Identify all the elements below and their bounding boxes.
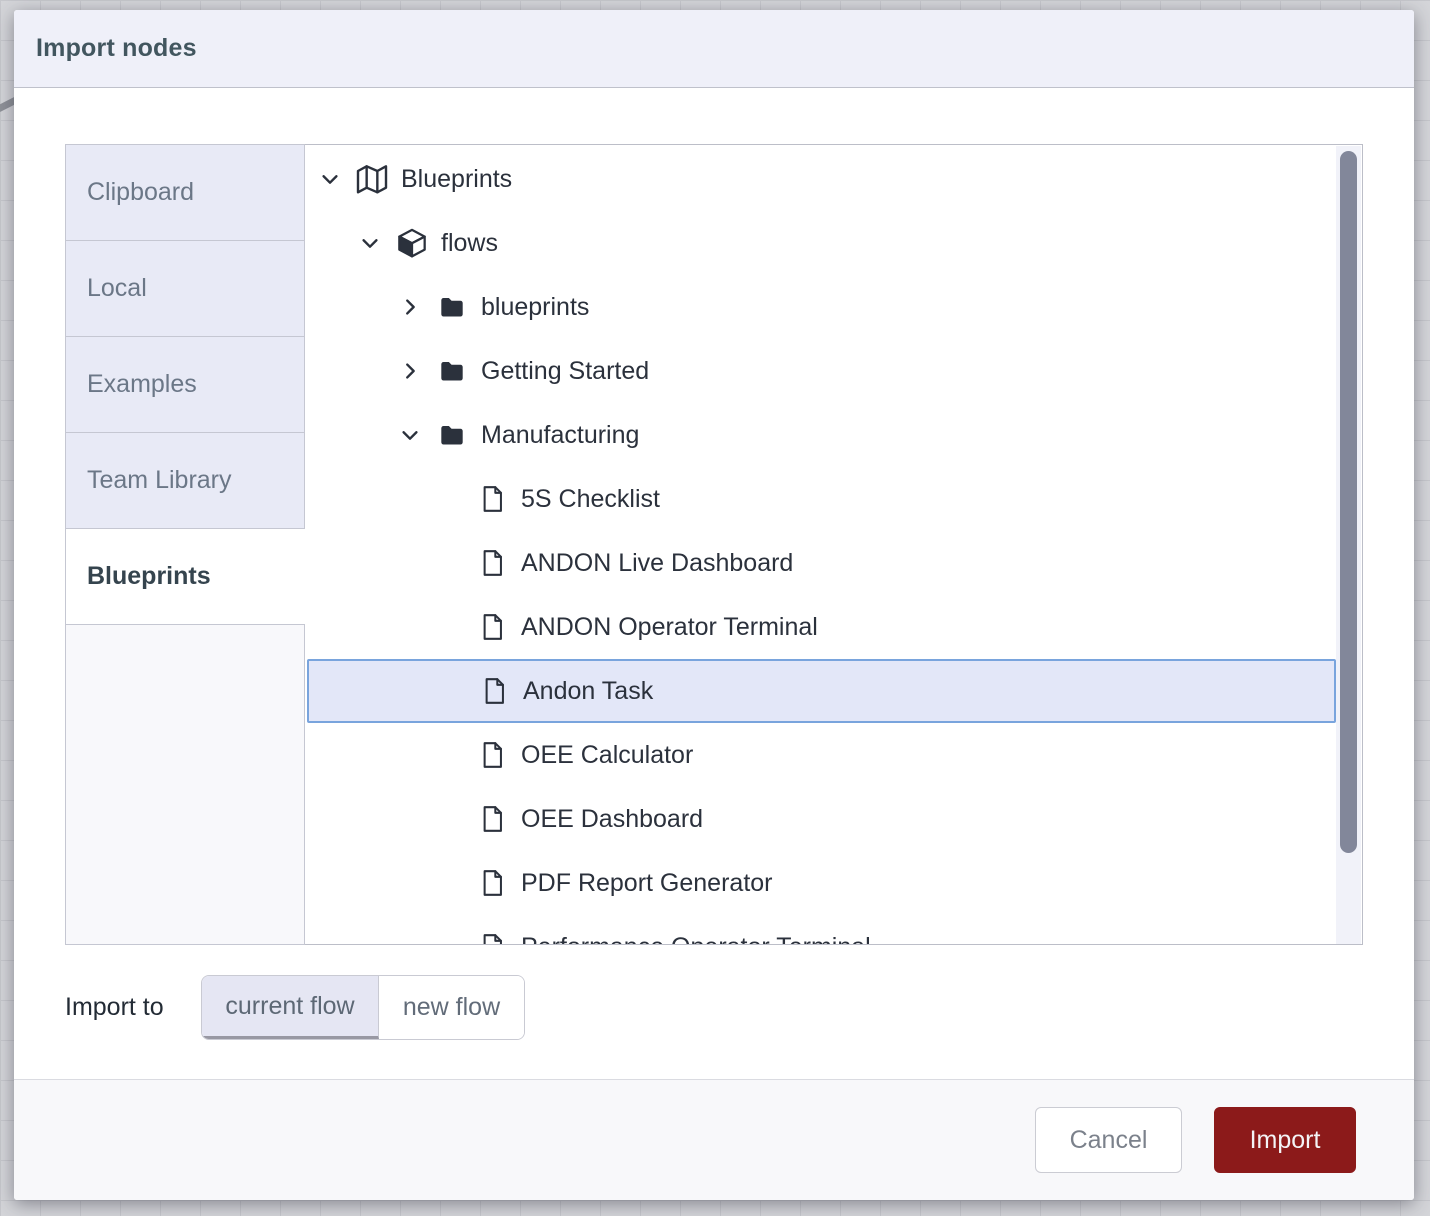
tab-clipboard[interactable]: Clipboard (65, 144, 305, 241)
file-icon (475, 868, 509, 898)
import-to-row: Import to current flow new flow (65, 975, 525, 1040)
import-target-toggle: current flow new flow (201, 975, 525, 1040)
tree-row[interactable]: OEE Dashboard (305, 787, 1336, 851)
tree-item-label: ANDON Operator Terminal (521, 613, 818, 642)
file-icon (475, 484, 509, 514)
tree-item-label: flows (441, 229, 498, 258)
tree-item-label: ANDON Live Dashboard (521, 549, 793, 578)
tree-item-label: OEE Dashboard (521, 805, 703, 834)
file-icon (477, 676, 511, 706)
file-icon (475, 548, 509, 578)
library-tab-rail: Clipboard Local Examples Team Library Bluepr… (65, 144, 305, 945)
tree-row[interactable]: blueprints (305, 275, 1336, 339)
tree-item-label: Blueprints (401, 165, 512, 194)
tab-label: Local (87, 274, 147, 303)
import-nodes-dialog: Import nodes Clipboard Local Examples Team … (14, 10, 1414, 1200)
tree-row[interactable]: ANDON Live Dashboard (305, 531, 1336, 595)
map-icon (355, 163, 389, 195)
folder-icon (435, 294, 469, 321)
tree-row[interactable]: Manufacturing (305, 403, 1336, 467)
tree-row[interactable]: PDF Report Generator (305, 851, 1336, 915)
tree-item-label: Manufacturing (481, 421, 639, 450)
tree-item-label: Performance Operator Terminal (521, 933, 871, 946)
file-icon (475, 804, 509, 834)
tree-item-label: PDF Report Generator (521, 869, 773, 898)
tree-row[interactable]: ANDON Operator Terminal (305, 595, 1336, 659)
tree-item-label: blueprints (481, 293, 589, 322)
new-flow-button[interactable]: new flow (379, 976, 524, 1039)
tab-local[interactable]: Local (65, 240, 305, 337)
tree-row[interactable]: flows (305, 211, 1336, 275)
cancel-button[interactable]: Cancel (1035, 1107, 1182, 1173)
tab-rail-shelf (65, 624, 305, 945)
chevron-down-icon[interactable] (317, 168, 343, 190)
tab-label: Examples (87, 370, 197, 399)
dialog-footer: Cancel Import (14, 1079, 1414, 1200)
tab-blueprints[interactable]: Blueprints (65, 528, 305, 625)
tree-item-label: Andon Task (523, 677, 653, 706)
tree-row[interactable]: Blueprints (305, 147, 1336, 211)
cube-icon (395, 227, 429, 259)
import-to-label: Import to (65, 993, 201, 1022)
tree-item-label: Getting Started (481, 357, 649, 386)
folder-icon (435, 422, 469, 449)
tree-row[interactable]: Andon Task (307, 659, 1336, 723)
import-button[interactable]: Import (1214, 1107, 1356, 1173)
chevron-right-icon[interactable] (397, 296, 423, 318)
dialog-title: Import nodes (36, 34, 197, 63)
folder-icon (435, 358, 469, 385)
tab-label: Team Library (87, 466, 232, 495)
tab-team-library[interactable]: Team Library (65, 432, 305, 529)
tree-row[interactable]: Getting Started (305, 339, 1336, 403)
tree-scrollbar-track[interactable] (1336, 146, 1361, 945)
chevron-down-icon[interactable] (397, 424, 423, 446)
tree-row[interactable]: 5S Checklist (305, 467, 1336, 531)
tab-examples[interactable]: Examples (65, 336, 305, 433)
file-icon (475, 612, 509, 642)
tree-row[interactable]: OEE Calculator (305, 723, 1336, 787)
tab-label: Clipboard (87, 178, 194, 207)
dialog-header: Import nodes (14, 10, 1414, 88)
current-flow-button[interactable]: current flow (202, 976, 379, 1039)
library-tree-panel: Blueprints flows blueprints Getting Started… (305, 144, 1363, 945)
library-tree: Blueprints flows blueprints Getting Started… (305, 145, 1336, 945)
file-icon (475, 740, 509, 770)
tree-row[interactable]: Performance Operator Terminal (305, 915, 1336, 945)
tree-item-label: OEE Calculator (521, 741, 693, 770)
chevron-right-icon[interactable] (397, 360, 423, 382)
chevron-down-icon[interactable] (357, 232, 383, 254)
tab-label: Blueprints (87, 562, 211, 591)
tree-scrollbar-thumb[interactable] (1340, 151, 1357, 853)
file-icon (475, 932, 509, 945)
tree-item-label: 5S Checklist (521, 485, 660, 514)
